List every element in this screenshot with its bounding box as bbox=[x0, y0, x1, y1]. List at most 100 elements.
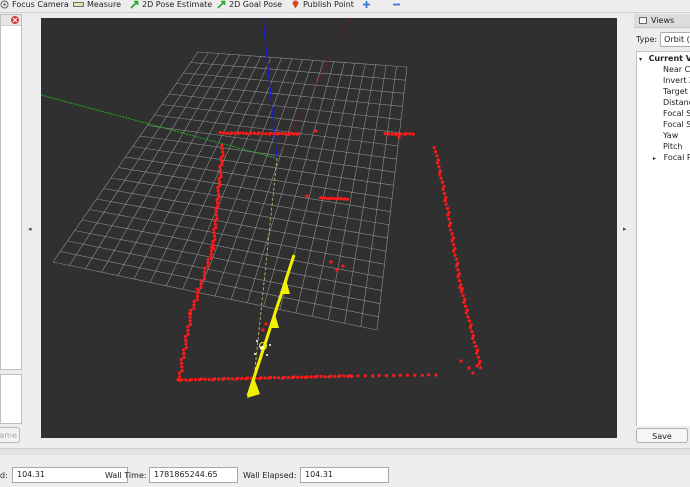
scan-point bbox=[329, 196, 333, 200]
y-axis-line bbox=[276, 17, 352, 159]
scan-point bbox=[332, 196, 336, 201]
scan-point bbox=[192, 303, 196, 307]
scan-point bbox=[212, 234, 217, 238]
views-panel-title: Views bbox=[651, 16, 675, 25]
pose-estimate-tool[interactable]: 2D Pose Estimate bbox=[130, 0, 212, 10]
scan-point bbox=[454, 264, 459, 268]
scan-point bbox=[305, 194, 309, 198]
rename-button[interactable]: ame bbox=[0, 427, 20, 443]
scan-point bbox=[405, 373, 410, 377]
remove-tool-button[interactable] bbox=[392, 0, 404, 10]
scan-point bbox=[451, 242, 456, 247]
goal-pose-tool[interactable]: 2D Goal Pose bbox=[217, 0, 282, 10]
tree-item[interactable]: Focal S bbox=[663, 109, 690, 119]
scan-point bbox=[441, 187, 445, 191]
scan-point bbox=[218, 168, 222, 172]
path-arrow-line bbox=[246, 254, 296, 397]
scan-point bbox=[321, 196, 325, 200]
view-type-select[interactable]: Orbit ( bbox=[660, 31, 690, 47]
scan-point bbox=[203, 266, 207, 270]
save-view-button[interactable]: Save bbox=[636, 428, 688, 443]
green-arrow-icon bbox=[217, 0, 226, 9]
collapse-left-arrow-icon[interactable]: ◂ bbox=[28, 225, 32, 233]
scan-point bbox=[264, 322, 268, 326]
scan-point bbox=[184, 378, 188, 382]
scan-point bbox=[461, 293, 465, 298]
scan-point bbox=[207, 377, 211, 382]
scan-point bbox=[449, 228, 453, 232]
ros-elapsed-label: d: bbox=[0, 471, 8, 480]
scan-point bbox=[476, 355, 480, 359]
tree-item[interactable]: Target bbox=[663, 87, 688, 97]
tree-item[interactable]: Focal S bbox=[663, 120, 690, 130]
scan-point bbox=[450, 232, 454, 236]
scan-point bbox=[447, 217, 451, 221]
expand-right-icon[interactable]: ▸ bbox=[653, 155, 656, 162]
tree-item-label: Focal P bbox=[663, 153, 690, 162]
close-icon[interactable] bbox=[11, 16, 19, 24]
grid-line bbox=[74, 230, 382, 291]
tree-item-focal-point[interactable]: ▸ Focal P bbox=[653, 153, 690, 163]
plus-icon bbox=[362, 0, 371, 9]
measure-label: Measure bbox=[87, 0, 121, 9]
views-panel: Views Type: Orbit ( ▾ Current V Near C I… bbox=[634, 14, 690, 426]
scan-point bbox=[193, 378, 198, 382]
scan-point bbox=[443, 198, 447, 202]
scan-point bbox=[384, 374, 388, 378]
focus-camera-tool[interactable]: Focus Camera bbox=[0, 0, 69, 10]
scan-point bbox=[323, 375, 327, 379]
scan-point bbox=[233, 131, 237, 135]
scan-point bbox=[413, 373, 417, 377]
scan-point bbox=[188, 319, 192, 323]
scan-point bbox=[442, 184, 446, 188]
tree-item[interactable]: Near C bbox=[663, 65, 690, 75]
expand-down-icon[interactable]: ▾ bbox=[639, 56, 642, 63]
scan-point bbox=[411, 132, 415, 136]
tree-item[interactable]: Distance bbox=[663, 98, 690, 108]
scan-point bbox=[474, 344, 478, 348]
scan-point bbox=[292, 375, 296, 379]
scan-point bbox=[452, 249, 456, 253]
scan-point bbox=[332, 374, 337, 378]
scan-point bbox=[305, 375, 309, 379]
scan-point bbox=[177, 371, 181, 375]
publish-point-tool[interactable]: Publish Point bbox=[291, 0, 354, 10]
3d-render-viewport[interactable] bbox=[40, 17, 617, 438]
scan-point bbox=[180, 361, 184, 365]
scene-canvas[interactable] bbox=[40, 17, 617, 438]
scan-point bbox=[283, 132, 287, 136]
scan-point bbox=[190, 377, 194, 381]
axes bbox=[40, 17, 352, 389]
tree-group-current-view[interactable]: ▾ Current V bbox=[639, 54, 690, 64]
wall-time-field[interactable]: 1781865244.65 bbox=[149, 467, 238, 483]
add-tool-button[interactable] bbox=[362, 0, 374, 10]
tree-item[interactable]: Pitch bbox=[663, 142, 682, 152]
scan-point bbox=[408, 132, 412, 136]
tree-item[interactable]: Invert Z bbox=[663, 76, 690, 86]
pose-estimate-label: 2D Pose Estimate bbox=[142, 0, 213, 9]
tree-group-label: Current V bbox=[648, 54, 690, 63]
scan-point bbox=[218, 164, 222, 169]
scan-point bbox=[268, 131, 273, 135]
measure-tool[interactable]: Measure bbox=[73, 0, 121, 10]
scan-point bbox=[280, 132, 284, 136]
scan-point bbox=[249, 131, 253, 135]
scan-point bbox=[472, 340, 476, 344]
scan-point bbox=[450, 238, 454, 243]
scan-point bbox=[252, 131, 256, 135]
wall-elapsed-field[interactable]: 104.31 bbox=[300, 467, 389, 483]
z-axis-line bbox=[262, 17, 278, 159]
scan-point bbox=[217, 377, 221, 381]
scan-point bbox=[454, 257, 458, 261]
scan-point bbox=[215, 213, 219, 217]
tree-item[interactable]: Yaw bbox=[663, 131, 678, 141]
scan-point bbox=[392, 374, 396, 378]
scan-point bbox=[442, 191, 446, 195]
ruler-icon bbox=[73, 0, 84, 9]
scan-point bbox=[264, 132, 268, 136]
scan-point bbox=[273, 376, 277, 380]
scan-point bbox=[471, 334, 476, 338]
collapse-right-arrow-icon[interactable]: ▸ bbox=[623, 225, 627, 233]
scan-point bbox=[188, 311, 192, 315]
scan-point bbox=[213, 222, 217, 226]
